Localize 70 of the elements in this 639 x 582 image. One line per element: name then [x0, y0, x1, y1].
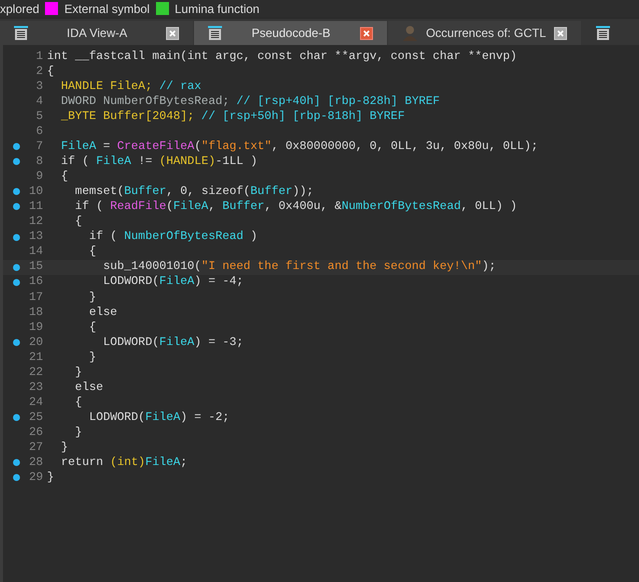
- code-line: }: [47, 469, 54, 486]
- code-line: }: [60, 438, 68, 456]
- line-number: 9: [34, 168, 43, 186]
- tab[interactable]: IDA View-A: [0, 21, 193, 45]
- line-number: 10: [28, 183, 43, 200]
- code-line: HANDLE FileA; // rax: [60, 78, 202, 95]
- code-line: if ( FileA != (HANDLE)-1LL ): [60, 153, 258, 170]
- person-silhouette-icon: [402, 25, 418, 41]
- line-number: 8: [34, 153, 43, 170]
- code-line: {: [74, 394, 82, 411]
- code-line: {: [60, 168, 68, 186]
- code-line: }: [74, 424, 82, 441]
- tab[interactable]: Pseudocode-B: [194, 21, 387, 45]
- tab[interactable]: Occurrences of: GCTL: [388, 21, 581, 45]
- code-line: else: [74, 378, 104, 396]
- line-number: 3: [34, 78, 43, 95]
- line-number: 11: [28, 198, 43, 216]
- line-number: 20: [28, 334, 43, 351]
- code-line: return (int)FileA;: [60, 454, 188, 472]
- code-line: else: [88, 304, 118, 321]
- line-number: 26: [28, 424, 43, 441]
- line-number: 22: [28, 364, 43, 381]
- code-line: {: [88, 318, 96, 336]
- code-line: if ( NumberOfBytesRead ): [88, 228, 258, 246]
- code-line: {: [74, 213, 82, 230]
- document-list-icon: [14, 26, 28, 40]
- code-line: if ( ReadFile(FileA, Buffer, 0x400u, &NumberOfBytesRead, 0LL) ): [74, 198, 517, 216]
- line-number: 19: [28, 318, 43, 336]
- close-icon[interactable]: [554, 26, 567, 40]
- code-line: LODWORD(FileA) = -2;: [88, 408, 230, 426]
- code-line: int __fastcall main(int argc, const char **argv, const char **envp): [47, 48, 517, 65]
- line-number: 23: [28, 378, 43, 396]
- line-number: 24: [28, 394, 43, 411]
- line-number: 5: [34, 108, 43, 125]
- line-number: 4: [34, 92, 43, 110]
- code-line: }: [74, 364, 82, 381]
- code-line: LODWORD(FileA) = -3;: [102, 334, 244, 351]
- line-number: 13: [28, 228, 43, 246]
- code-line: FileA = CreateFileA("flag.txt", 0x80000000, 0, 0LL, 3u, 0x80u, 0LL);: [60, 138, 538, 156]
- line-number: 25: [28, 408, 43, 426]
- code-line: DWORD NumberOfBytesRead; // [rsp+40h] [rbp-828h] BYREF: [60, 92, 440, 110]
- line-number: 14: [28, 243, 43, 260]
- code-line: {: [47, 62, 54, 80]
- close-icon[interactable]: [166, 26, 179, 40]
- code-line: }: [88, 348, 96, 366]
- line-number: 21: [28, 348, 43, 366]
- code-line: {: [88, 243, 96, 260]
- line-number: 12: [28, 213, 43, 230]
- code-line: sub_140001010("I need the first and the second key!\n");: [102, 258, 496, 276]
- line-number: 18: [28, 304, 43, 321]
- code-line: memset(Buffer, 0, sizeof(Buffer));: [74, 183, 314, 200]
- code-line: LODWORD(FileA) = -4;: [102, 273, 244, 290]
- line-number: 27: [28, 438, 43, 456]
- line-number: 29: [28, 469, 43, 486]
- line-number: 6: [34, 122, 43, 140]
- document-list-icon: [208, 26, 222, 40]
- close-icon[interactable]: [360, 26, 373, 40]
- legend-label: xplored: [0, 0, 40, 18]
- line-number: 2: [34, 62, 43, 80]
- line-number: 28: [28, 454, 43, 472]
- code-line: }: [88, 288, 96, 306]
- legend-label: Lumina function: [174, 0, 260, 18]
- line-number: 7: [34, 138, 43, 156]
- line-number: 1: [34, 48, 43, 65]
- line-number: 17: [28, 288, 43, 306]
- line-number: 15: [28, 258, 43, 276]
- code-line: _BYTE Buffer[2048]; // [rsp+50h] [rbp-818h] BYREF: [60, 108, 405, 125]
- legend-label: External symbol: [64, 0, 150, 18]
- document-list-icon: [596, 26, 610, 40]
- line-number: 16: [28, 273, 43, 290]
